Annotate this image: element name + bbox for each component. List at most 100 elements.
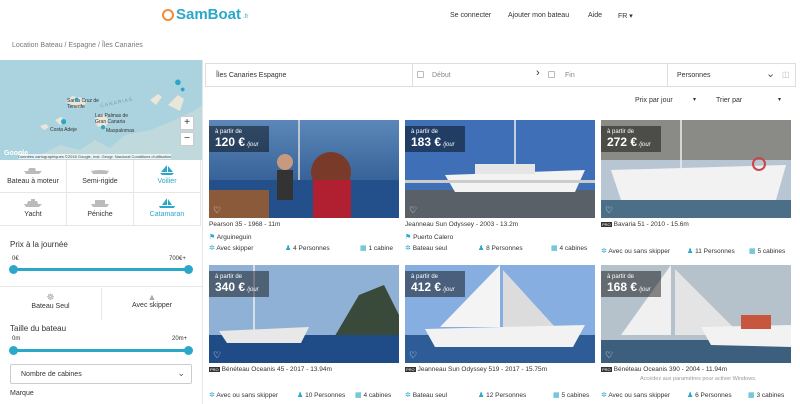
add-boat-link[interactable]: Ajouter mon bateau	[508, 12, 569, 19]
favorite-heart-icon[interactable]: ♡	[409, 206, 418, 215]
pro-badge-icon: PRO	[405, 366, 416, 372]
boat-type-grid: Bateau à moteur Semi-rigide Voilier Yach…	[0, 160, 202, 226]
breadcrumb[interactable]: Location Bateau / Espagne / Îles Canarie…	[12, 42, 143, 49]
chevron-down-icon[interactable]: ⌄	[766, 67, 775, 80]
price-period: /jour	[246, 142, 259, 148]
favorite-heart-icon[interactable]: ♡	[605, 206, 614, 215]
language-select[interactable]: FR ▾	[618, 12, 633, 20]
boat-type-yacht[interactable]: Yacht	[0, 193, 67, 226]
login-link[interactable]: Se connecter	[450, 12, 491, 19]
boat-type-label: Voilier	[157, 178, 177, 185]
cabins-select[interactable]: Nombre de cabines ⌄	[10, 364, 192, 384]
feature-label: 8 Personnes	[486, 245, 523, 252]
price-slider-max-handle[interactable]	[184, 265, 193, 274]
price-per-day-sort[interactable]: Prix par jour	[635, 97, 673, 104]
map-pin-icon[interactable]: ●	[180, 84, 185, 94]
feature-label: 11 Personnes	[695, 248, 735, 255]
map-pin-icon[interactable]: ●	[60, 114, 67, 128]
helm-icon: ✲	[209, 392, 215, 399]
end-date-input[interactable]: Fin	[565, 72, 575, 79]
favorite-heart-icon[interactable]: ♡	[605, 351, 614, 360]
price-tag: à partir de 340 € /jour	[209, 271, 269, 297]
site-header: SamBoat .fr Se connecter Ajouter mon bat…	[0, 0, 800, 34]
option-boat-only-label: Bateau Seul	[31, 303, 70, 310]
listing-title[interactable]: PRO Bavaria 51 - 2010 - 15.6m	[601, 221, 689, 228]
caret-down-icon: ▾	[693, 97, 697, 103]
captain-hat-icon: ▲	[147, 292, 157, 302]
size-slider-track[interactable]	[9, 346, 193, 355]
chevron-down-icon: ⌄	[177, 368, 185, 378]
cabin-icon: ▦	[551, 245, 558, 252]
skipper-feature: ✲ Avec ou sans skipper	[209, 391, 278, 399]
persons-feature: ♟ 11 Personnes	[687, 247, 735, 255]
helm-icon: ✲	[601, 248, 607, 255]
boat-photo[interactable]: à partir de 120 € /jour ♡	[209, 120, 399, 218]
price-slider-track[interactable]	[9, 265, 193, 274]
persons-select[interactable]: Personnes	[677, 72, 710, 79]
option-with-skipper[interactable]: ▲ Avec skipper	[101, 288, 202, 320]
motorboat-icon	[24, 168, 42, 174]
boat-type-houseboat[interactable]: Péniche	[67, 193, 134, 226]
listing-title[interactable]: Jeanneau Sun Odyssey - 2003 - 13.2m	[405, 221, 518, 228]
map-pin-icon[interactable]: ●	[100, 122, 106, 133]
help-link[interactable]: Aide	[588, 12, 602, 19]
calendar-icon	[548, 71, 555, 78]
favorite-heart-icon[interactable]: ♡	[213, 351, 222, 360]
price-tag: à partir de 168 € /jour	[601, 271, 661, 297]
boat-photo[interactable]: à partir de 272 € /jour ♡	[601, 120, 791, 218]
listing-title[interactable]: PRO Bénéteau Oceanis 45 - 2017 - 13.94m	[209, 366, 332, 373]
size-slider-min-handle[interactable]	[9, 346, 18, 355]
skipper-feature: ✲ Avec ou sans skipper	[601, 391, 670, 399]
people-icon: ♟	[297, 392, 304, 399]
feature-label: 4 Personnes	[293, 245, 330, 252]
listing-title[interactable]: PRO Jeanneau Sun Odyssey 519 - 2017 - 15.…	[405, 366, 547, 373]
size-min-label: 0m	[12, 336, 21, 342]
helm-logo-icon	[162, 8, 174, 21]
people-icon: ♟	[478, 245, 485, 252]
option-boat-only[interactable]: ☸ Bateau Seul	[0, 288, 101, 320]
location-pin-icon: ⚑	[405, 234, 412, 241]
cabins-feature: ▦ 5 cabines	[553, 391, 589, 399]
boat-photo[interactable]: à partir de 183 € /jour ♡	[405, 120, 595, 218]
feature-label: Bateau seul	[412, 245, 448, 252]
feature-label: Avec ou sans skipper	[608, 392, 670, 399]
divider	[412, 64, 413, 86]
price-slider-min-handle[interactable]	[9, 265, 18, 274]
listing-title[interactable]: Pearson 35 - 1968 - 11m	[209, 221, 280, 228]
cabins-feature: ▦ 3 cabines	[748, 391, 784, 399]
helm-icon: ✲	[209, 245, 215, 252]
map-pin-icon[interactable]: ●	[74, 94, 79, 104]
yacht-icon	[24, 199, 42, 207]
zoom-out-button[interactable]: −	[180, 132, 194, 146]
zoom-in-button[interactable]: +	[180, 116, 194, 130]
boat-type-label: Semi-rigide	[82, 178, 118, 185]
favorite-heart-icon[interactable]: ♡	[213, 206, 222, 215]
price-period: /jour	[638, 287, 651, 293]
price-tag: à partir de 183 € /jour	[405, 126, 465, 152]
destination-input[interactable]: Îles Canaries Espagne	[216, 72, 286, 79]
favorite-heart-icon[interactable]: ♡	[409, 351, 418, 360]
boat-type-rib[interactable]: Semi-rigide	[67, 160, 134, 193]
sort-by-select[interactable]: Trier par	[716, 97, 742, 104]
listing-title-text: Bénéteau Oceanis 45 - 2017 - 13.94m	[221, 366, 332, 373]
divider	[0, 286, 202, 287]
size-slider-max-handle[interactable]	[184, 346, 193, 355]
start-date-input[interactable]: Début	[432, 72, 451, 79]
boat-type-motorboat[interactable]: Bateau à moteur	[0, 160, 67, 193]
boat-type-sailboat[interactable]: Voilier	[134, 160, 201, 193]
skipper-feature: ✲ Bateau seul	[405, 244, 447, 252]
boat-type-catamaran[interactable]: Catamaran	[134, 193, 201, 226]
price-amount: 272 €	[607, 135, 638, 149]
trash-icon[interactable]: ◫	[782, 70, 790, 79]
boat-photo[interactable]: à partir de 412 € /jour ♡	[405, 265, 595, 363]
boat-photo[interactable]: à partir de 340 € /jour ♡	[209, 265, 399, 363]
search-bar: Îles Canaries Espagne Début › Fin Person…	[205, 63, 796, 87]
boat-photo[interactable]: à partir de 168 € /jour ♡	[601, 265, 791, 363]
price-max-label: 700€+	[169, 256, 186, 262]
listing-title[interactable]: PRO Bénéteau Oceanis 390 - 2004 - 11.94m	[601, 366, 727, 373]
samboat-logo[interactable]: SamBoat .fr	[162, 6, 248, 23]
feature-label: 5 cabines	[757, 248, 786, 255]
rib-icon	[91, 170, 109, 174]
listing-location: ⚑ Puerto Calero	[405, 233, 453, 241]
map[interactable]: Santa Cruz de Tenerife CANARIAS Las Palm…	[0, 60, 202, 160]
